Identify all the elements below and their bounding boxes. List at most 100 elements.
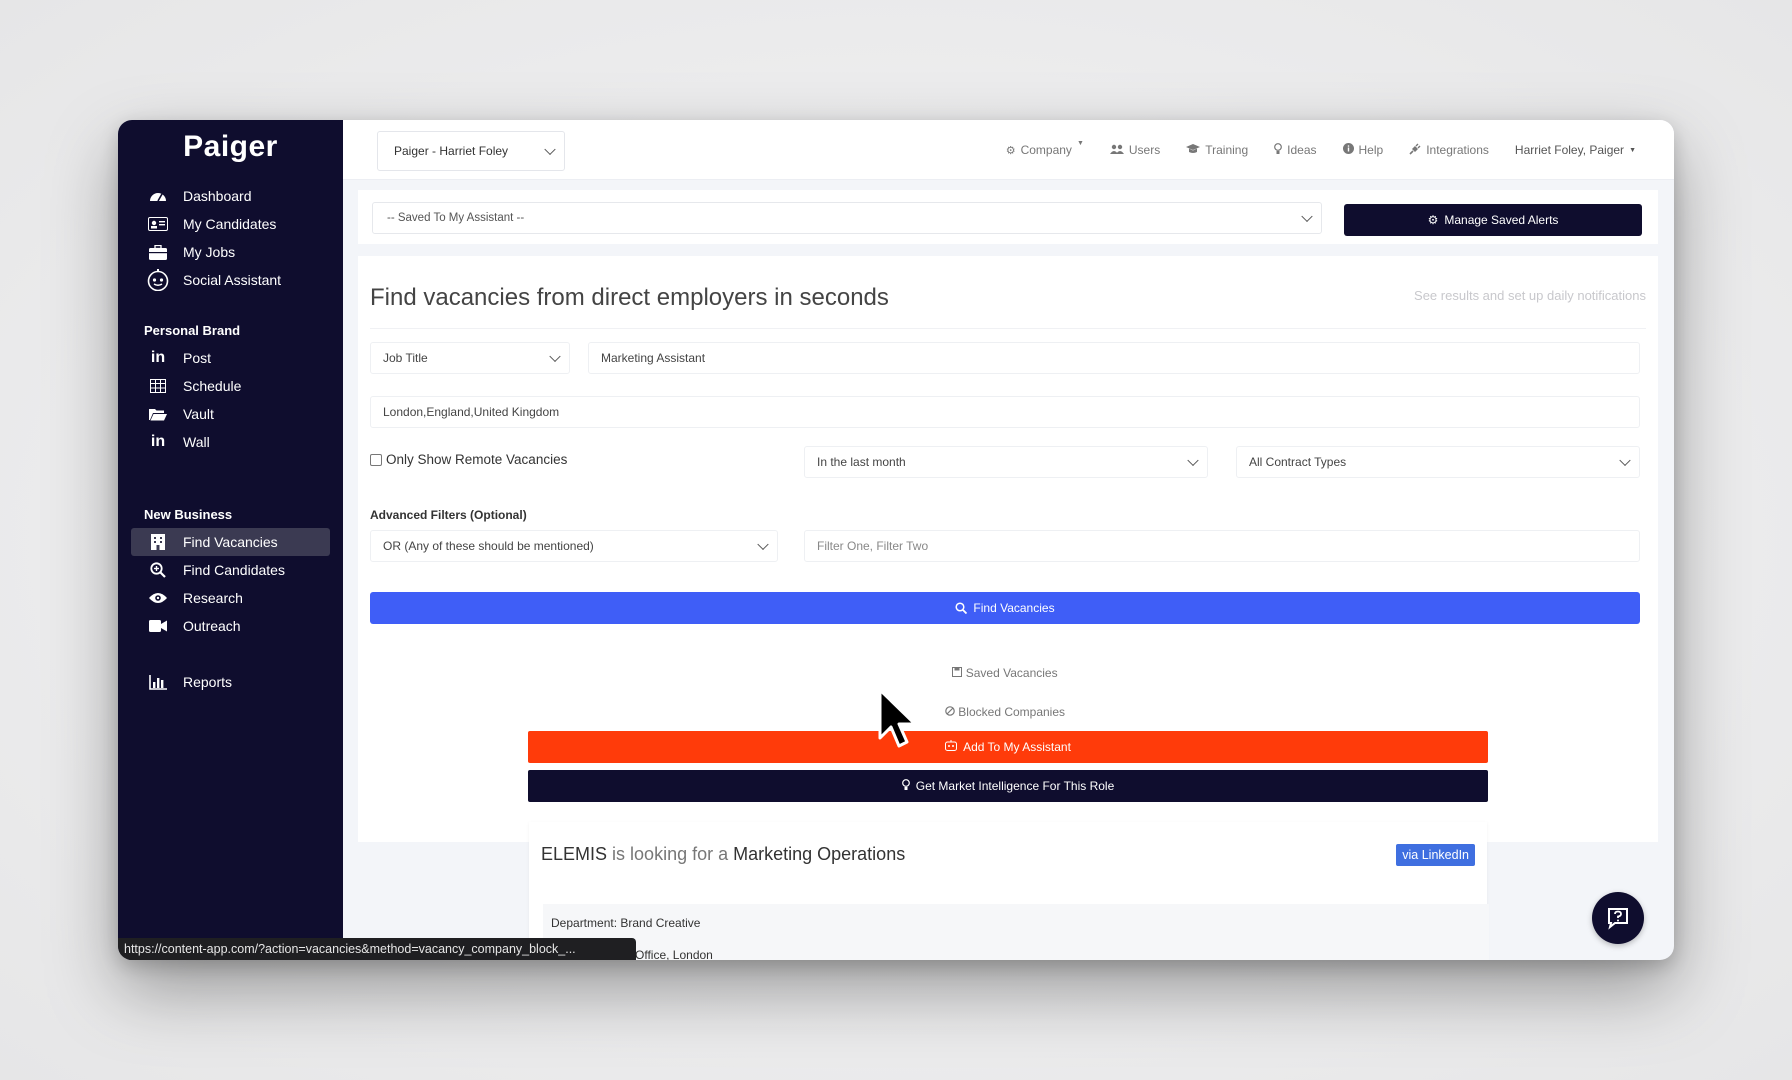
- saved-vacancies-link[interactable]: Saved Vacancies: [370, 666, 1640, 680]
- search-type-select[interactable]: Job Title: [370, 342, 570, 374]
- sidebar-item-label: Research: [183, 590, 243, 606]
- top-link-training[interactable]: Training: [1186, 143, 1248, 157]
- advanced-filter-input[interactable]: Filter One, Filter Two: [804, 530, 1640, 562]
- account-select[interactable]: Paiger - Harriet Foley: [377, 131, 565, 171]
- sidebar-item-vault[interactable]: Vault: [131, 400, 330, 428]
- top-link-users[interactable]: Users: [1109, 143, 1160, 157]
- id-card-icon: [145, 217, 171, 231]
- linkedin-icon: in: [150, 349, 166, 366]
- search-icon: [955, 602, 968, 614]
- top-link-ideas[interactable]: Ideas: [1274, 142, 1317, 158]
- app-window: Paiger Dashboard My Candidates My Jobs S…: [118, 120, 1674, 960]
- chevron-down-icon: [1619, 454, 1631, 467]
- robot-icon: [145, 269, 171, 291]
- contract-type-select[interactable]: All Contract Types: [1236, 446, 1640, 478]
- account-select-value: Paiger - Harriet Foley: [394, 144, 509, 158]
- sidebar-item-social-assistant[interactable]: Social Assistant: [131, 266, 330, 294]
- top-links: ⚙ Company ▼ Users Training Ideas Help In…: [1006, 120, 1636, 180]
- top-link-help[interactable]: Help: [1342, 143, 1384, 157]
- mouse-cursor-icon: [878, 688, 917, 748]
- floppy-disk-icon: [952, 666, 965, 680]
- sidebar: Paiger Dashboard My Candidates My Jobs S…: [118, 120, 343, 960]
- graduation-cap-icon: [1186, 143, 1201, 157]
- sidebar-item-label: Social Assistant: [183, 272, 282, 288]
- source-badge[interactable]: via LinkedIn: [1396, 844, 1475, 866]
- top-link-company[interactable]: ⚙ Company ▼: [1005, 139, 1084, 158]
- sidebar-item-label: My Candidates: [183, 216, 277, 232]
- sidebar-item-label: Post: [183, 350, 212, 366]
- market-intelligence-button[interactable]: Get Market Intelligence For This Role: [528, 770, 1488, 802]
- users-icon: [1109, 144, 1124, 157]
- video-icon: [145, 620, 171, 632]
- user-menu[interactable]: Harriet Foley, Paiger ▼: [1515, 143, 1636, 157]
- find-vacancies-button[interactable]: Find Vacancies: [370, 592, 1640, 624]
- sidebar-item-dashboard[interactable]: Dashboard: [131, 182, 330, 210]
- location-input[interactable]: London,England,United Kingdom: [370, 396, 1640, 428]
- linkedin-icon: in: [150, 433, 166, 450]
- sidebar-item-label: Dashboard: [183, 188, 252, 204]
- sidebar-item-research[interactable]: Research: [131, 584, 330, 612]
- sidebar-item-outreach[interactable]: Outreach: [131, 612, 330, 640]
- sidebar-item-my-candidates[interactable]: My Candidates: [131, 210, 330, 238]
- find-vacancies-label: Find Vacancies: [973, 601, 1055, 615]
- chevron-down-icon: [1301, 210, 1313, 223]
- gear-icon: ⚙: [1005, 144, 1016, 157]
- logo[interactable]: Paiger: [118, 130, 343, 164]
- caret-down-icon: ▼: [1629, 146, 1636, 154]
- blocked-companies-label: Blocked Companies: [958, 705, 1066, 719]
- manage-saved-alerts-button[interactable]: ⚙ Manage Saved Alerts: [1344, 204, 1642, 236]
- sidebar-item-find-candidates[interactable]: Find Candidates: [131, 556, 330, 584]
- sidebar-item-label: My Jobs: [183, 244, 236, 260]
- chevron-down-icon: [549, 350, 561, 363]
- date-filter-value: In the last month: [817, 455, 906, 469]
- table-icon: [145, 379, 171, 393]
- top-link-label: Ideas: [1287, 143, 1317, 157]
- add-to-assistant-button[interactable]: Add To My Assistant: [528, 731, 1488, 763]
- date-filter-select[interactable]: In the last month: [804, 446, 1208, 478]
- dashboard-icon: [145, 188, 171, 204]
- sidebar-item-my-jobs[interactable]: My Jobs: [131, 238, 330, 266]
- remote-checkbox[interactable]: [370, 453, 382, 466]
- chat-help-icon: [1608, 908, 1628, 930]
- blocked-companies-link[interactable]: Blocked Companies: [370, 705, 1640, 719]
- top-link-label: Help: [1358, 143, 1384, 157]
- contract-type-value: All Contract Types: [1249, 455, 1347, 469]
- page-subtitle: See results and set up daily notificatio…: [1414, 288, 1646, 303]
- advanced-filter-placeholder: Filter One, Filter Two: [817, 539, 929, 553]
- top-link-label: Training: [1205, 143, 1249, 157]
- job-company: ELEMIS: [541, 844, 608, 864]
- keyword-input[interactable]: Marketing Assistant: [588, 342, 1640, 374]
- info-icon: [1342, 143, 1354, 157]
- lightbulb-icon: [901, 778, 910, 794]
- sidebar-item-post[interactable]: in Post: [131, 344, 330, 372]
- advanced-mode-select[interactable]: OR (Any of these should be mentioned): [370, 530, 778, 562]
- building-icon: [145, 534, 171, 550]
- job-connector: is looking for a: [612, 844, 729, 864]
- saved-assistant-select[interactable]: -- Saved To My Assistant --: [372, 202, 1322, 234]
- help-chat-button[interactable]: [1592, 892, 1644, 944]
- sidebar-item-wall[interactable]: in Wall: [131, 428, 330, 456]
- sidebar-item-reports[interactable]: Reports: [131, 668, 330, 696]
- top-link-integrations[interactable]: Integrations: [1409, 143, 1489, 158]
- job-title: ELEMIS is looking for a Marketing Operat…: [541, 844, 905, 865]
- saved-assistant-value: -- Saved To My Assistant --: [387, 212, 525, 224]
- search-plus-icon: [145, 562, 171, 578]
- robot-icon: [945, 740, 958, 754]
- remote-toggle[interactable]: Only Show Remote Vacancies: [370, 452, 567, 467]
- search-type-value: Job Title: [383, 351, 428, 365]
- top-link-label: Company: [1020, 143, 1072, 157]
- caret-down-icon: ▼: [1076, 139, 1084, 147]
- add-to-assistant-label: Add To My Assistant: [963, 740, 1071, 754]
- sidebar-item-schedule[interactable]: Schedule: [131, 372, 330, 400]
- sidebar-item-label: Vault: [183, 406, 214, 422]
- user-menu-label: Harriet Foley, Paiger: [1514, 143, 1625, 157]
- chevron-down-icon: [544, 143, 556, 156]
- folder-open-icon: [145, 407, 171, 421]
- top-link-label: Integrations: [1426, 143, 1489, 157]
- divider: [370, 328, 1646, 329]
- sidebar-item-label: Find Vacancies: [183, 534, 278, 550]
- eye-icon: [145, 592, 171, 604]
- sidebar-item-find-vacancies[interactable]: Find Vacancies: [131, 528, 330, 556]
- status-bar-url: https://content-app.com/?action=vacancie…: [118, 938, 636, 960]
- job-result-card[interactable]: ELEMIS is looking for a Marketing Operat…: [529, 822, 1489, 960]
